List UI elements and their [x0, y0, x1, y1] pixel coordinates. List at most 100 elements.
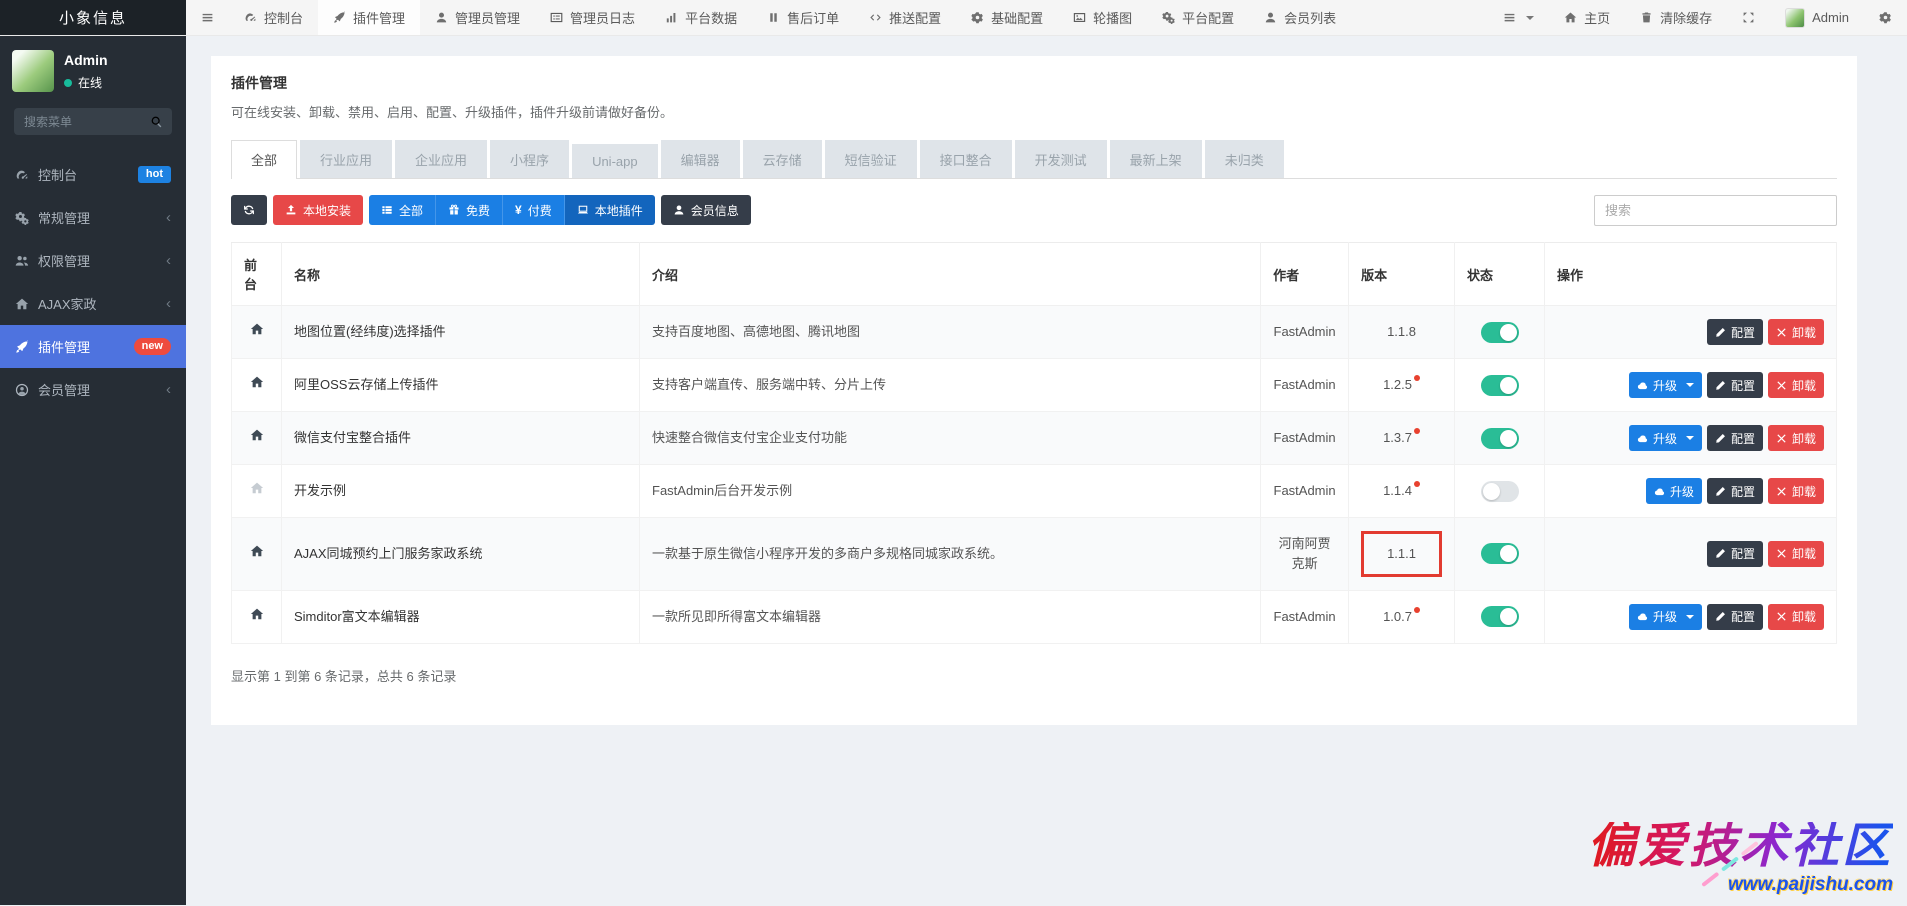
uninstall-button[interactable]: 卸载	[1767, 319, 1824, 345]
sidebar-item-member[interactable]: 会员管理 ‹	[0, 368, 186, 411]
table-row: 地图位置(经纬度)选择插件 支持百度地图、高德地图、腾讯地图 FastAdmin 1.…	[231, 305, 1837, 359]
topnav-item-member-list[interactable]: 会员列表	[1249, 0, 1351, 35]
menu-search-input[interactable]	[14, 108, 172, 135]
platform-config-icon	[1162, 11, 1175, 24]
filter-paid-button[interactable]: ¥ 付费	[503, 195, 565, 225]
sidebar-item-addon[interactable]: 插件管理 new	[0, 325, 186, 368]
frontend-home-link[interactable]	[250, 482, 264, 498]
member-info-button[interactable]: 会员信息	[660, 195, 751, 225]
filter-local-button[interactable]: 本地插件	[564, 195, 655, 225]
tab-5[interactable]: 编辑器	[660, 140, 740, 178]
filter-free-button[interactable]: 免费	[436, 195, 504, 225]
sidebar-item-dashboard[interactable]: 控制台 hot	[0, 153, 186, 196]
uninstall-button[interactable]: 卸载	[1767, 372, 1824, 398]
plugin-status-cell	[1454, 411, 1545, 465]
topnav-fullscreen-toggle[interactable]	[1727, 0, 1770, 35]
version-wrap: 1.2.5	[1379, 373, 1424, 397]
frontend-home-link[interactable]	[250, 323, 264, 339]
table-search-input[interactable]	[1594, 195, 1837, 226]
refresh-button[interactable]	[231, 195, 267, 225]
topnav-user-menu[interactable]: Admin	[1770, 0, 1864, 35]
frontend-home-link[interactable]	[250, 429, 264, 445]
sidebar-menu: 控制台 hot 常规管理 ‹ 权限管理 ‹ AJAX家政 ‹ 插件管理 new 会员管理 ‹	[0, 153, 186, 411]
yen-icon: ¥	[515, 203, 522, 217]
topnav-home-link[interactable]: 主页	[1549, 0, 1625, 35]
addon-filter-group: 全部 免费 ¥ 付费 本地插件	[369, 195, 655, 225]
uninstall-button[interactable]: 卸载	[1767, 478, 1824, 504]
status-toggle[interactable]	[1480, 543, 1519, 565]
plugin-actions-cell: 配置 卸载	[1544, 305, 1837, 359]
upgrade-button[interactable]: 升级	[1628, 603, 1702, 630]
uninstall-button[interactable]: 卸载	[1767, 603, 1824, 630]
filter-all-button[interactable]: 全部	[369, 195, 437, 225]
button-label: 付费	[527, 203, 552, 218]
topnav-item-banner[interactable]: 轮播图	[1058, 0, 1147, 35]
uninstall-button[interactable]: 卸载	[1767, 540, 1824, 567]
tab-11[interactable]: 未归类	[1204, 140, 1284, 178]
status-toggle[interactable]	[1480, 321, 1519, 343]
config-button[interactable]: 配置	[1706, 603, 1763, 630]
frontend-home-link[interactable]	[250, 608, 264, 624]
status-toggle[interactable]	[1480, 374, 1519, 396]
topnav-item-label: 基础配置	[991, 11, 1044, 26]
topnav-item-admin-log[interactable]: 管理员日志	[535, 0, 650, 35]
frontend-home-link[interactable]	[250, 545, 264, 561]
plugin-name-cell: 微信支付宝整合插件	[281, 411, 640, 465]
sidebar-item-auth[interactable]: 权限管理 ‹	[0, 239, 186, 282]
topnav-item-base-config[interactable]: 基础配置	[956, 0, 1058, 35]
topnav-nav-list-dropdown[interactable]	[1488, 0, 1549, 35]
topnav-clear-cache[interactable]: 清除缓存	[1625, 0, 1727, 35]
tab-0[interactable]: 全部	[231, 140, 298, 179]
tab-2[interactable]: 企业应用	[395, 140, 488, 178]
topnav-item-push-config[interactable]: 推送配置	[854, 0, 956, 35]
tab-9[interactable]: 开发测试	[1014, 140, 1107, 178]
avatar[interactable]	[12, 50, 54, 92]
sidebar-item-label: AJAX家政	[38, 297, 97, 312]
config-button[interactable]: 配置	[1706, 372, 1763, 398]
sidebar-item-general[interactable]: 常规管理 ‹	[0, 196, 186, 239]
thlist-icon	[382, 206, 392, 214]
config-button[interactable]: 配置	[1706, 478, 1763, 504]
column-header-0: 前台	[231, 242, 282, 306]
upgrade-button[interactable]: 升级	[1628, 372, 1702, 398]
plugin-version: 1.0.7	[1383, 608, 1412, 624]
upgrade-button[interactable]: 升级	[1645, 478, 1702, 504]
topnav-item-platform-data[interactable]: 平台数据	[650, 0, 752, 35]
status-toggle[interactable]	[1480, 606, 1519, 628]
tab-6[interactable]: 云存储	[742, 140, 822, 178]
topnav-item-platform-config[interactable]: 平台配置	[1147, 0, 1249, 35]
member-icon	[15, 383, 29, 396]
tab-1[interactable]: 行业应用	[300, 140, 393, 178]
frontend-home-link[interactable]	[250, 376, 264, 392]
config-button[interactable]: 配置	[1706, 319, 1763, 345]
tab-3[interactable]: 小程序	[490, 140, 570, 178]
x-icon	[1777, 327, 1786, 337]
content-card: 插件管理 可在线安装、卸载、禁用、启用、配置、升级插件，插件升级前请做好备份。 …	[211, 56, 1857, 725]
button-label: 全部	[399, 203, 424, 218]
frontend-cell	[231, 589, 282, 644]
topnav-item-label: 平台数据	[685, 11, 738, 26]
sidebar-toggle-button[interactable]	[186, 0, 229, 35]
topnav-item-addon[interactable]: 插件管理	[318, 0, 421, 35]
status-toggle[interactable]	[1480, 427, 1519, 449]
cloud-icon	[1654, 487, 1665, 495]
topnav-item-aftersale-order[interactable]: 售后订单	[752, 0, 854, 35]
status-toggle[interactable]	[1480, 480, 1519, 502]
table-row: 微信支付宝整合插件 快速整合微信支付宝企业支付功能 FastAdmin 1.3.7 升级…	[231, 411, 1837, 465]
local-install-button[interactable]: 本地安装	[273, 195, 364, 225]
topnav-item-dashboard[interactable]: 控制台	[229, 0, 318, 35]
topnav-item-admin[interactable]: 管理员管理	[420, 0, 535, 35]
config-button[interactable]: 配置	[1706, 425, 1763, 451]
tab-7[interactable]: 短信验证	[824, 140, 917, 178]
plugin-author-cell: FastAdmin	[1260, 358, 1350, 412]
topnav-settings-menu[interactable]	[1864, 0, 1907, 35]
config-button[interactable]: 配置	[1706, 540, 1763, 567]
uninstall-button[interactable]: 卸载	[1767, 425, 1824, 451]
upgrade-button[interactable]: 升级	[1628, 425, 1702, 451]
plugin-intro-cell: 一款所见即所得富文本编辑器	[638, 589, 1262, 644]
sidebar-item-ajax-housekeeping[interactable]: AJAX家政 ‹	[0, 282, 186, 325]
plugin-name: Simditor富文本编辑器	[294, 608, 420, 624]
tab-4[interactable]: Uni-app	[572, 144, 658, 178]
tab-8[interactable]: 接口整合	[919, 140, 1012, 178]
tab-10[interactable]: 最新上架	[1109, 140, 1202, 178]
